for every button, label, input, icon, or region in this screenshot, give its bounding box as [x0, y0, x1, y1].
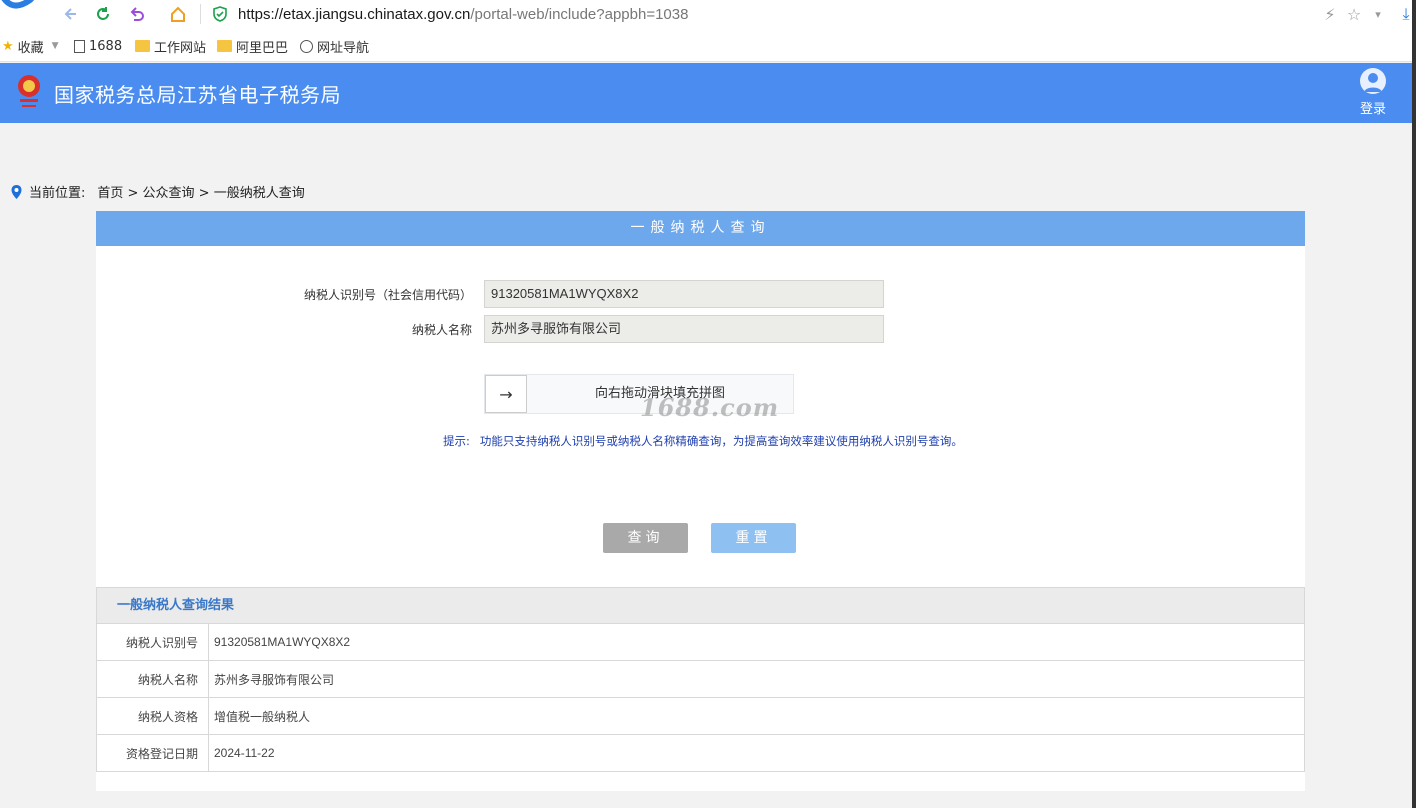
taxpayer-name-row: 纳税人名称 苏州多寻服饰有限公司	[96, 315, 1305, 343]
table-row: 资格登记日期 2024-11-22	[96, 734, 1305, 772]
home-button[interactable]	[167, 3, 189, 25]
user-avatar-icon	[1360, 68, 1386, 94]
refresh-icon	[97, 7, 109, 20]
table-row: 纳税人资格 增值税一般纳税人	[96, 697, 1305, 735]
taxpayer-id-input[interactable]: 91320581MA1WYQX8X2	[484, 280, 884, 308]
reset-button[interactable]: 重置	[711, 523, 796, 553]
site-title: 国家税务总局江苏省电子税务局	[54, 83, 341, 107]
taxpayer-id-label: 纳税人识别号（社会信用代码）	[303, 288, 472, 302]
result-title: 一般纳税人查询结果	[96, 587, 1305, 624]
result-key: 纳税人名称	[96, 660, 209, 698]
bookmark-alibaba[interactable]: 阿里巴巴	[217, 30, 288, 62]
panel-title: 一般纳税人查询	[96, 211, 1305, 246]
tip-label: 提示:	[443, 434, 470, 448]
tip-text: 提示: 功能只支持纳税人识别号或纳税人名称精确查询，为提高查询效率建议使用纳税人识…	[443, 433, 963, 449]
url-host: https://etax.jiangsu.chinatax.gov.cn	[238, 5, 471, 23]
star-icon: ★	[2, 38, 14, 54]
bookmark-label: 阿里巴巴	[236, 40, 289, 56]
login-label: 登录	[1359, 102, 1386, 117]
refresh-button[interactable]	[92, 3, 114, 25]
location-pin-icon	[11, 184, 22, 199]
address-bar[interactable]: https://etax.jiangsu.chinatax.gov.cn/por…	[238, 2, 688, 26]
result-value: 91320581MA1WYQX8X2	[208, 623, 1305, 661]
breadcrumb: 当前位置: 首页 > 公众查询 > 一般纳税人查询	[10, 182, 311, 201]
back-button[interactable]	[60, 3, 82, 25]
undo-button[interactable]	[126, 3, 148, 25]
breadcrumb-path[interactable]: 首页 > 公众查询 > 一般纳税人查询	[97, 182, 304, 201]
taxpayer-id-row: 纳税人识别号（社会信用代码） 91320581MA1WYQX8X2	[96, 280, 1305, 308]
login-button[interactable]: 登录	[1356, 68, 1390, 117]
bookmark-label: 网址导航	[317, 40, 370, 56]
result-value: 增值税一般纳税人	[208, 697, 1305, 735]
tax-emblem-icon	[18, 75, 40, 107]
star-icon[interactable]: ☆	[1344, 3, 1364, 25]
watermark: 1688.com	[640, 393, 780, 422]
result-value: 苏州多寻服饰有限公司	[208, 660, 1305, 698]
bookmark-work-sites[interactable]: 工作网站	[135, 30, 206, 62]
toolbar-divider	[200, 4, 201, 24]
security-shield-icon	[213, 6, 227, 22]
result-value: 2024-11-22	[208, 734, 1305, 772]
result-key: 纳税人识别号	[96, 623, 209, 661]
browser-toolbar: https://etax.jiangsu.chinatax.gov.cn/por…	[0, 0, 1416, 30]
table-row: 纳税人识别号 91320581MA1WYQX8X2	[96, 623, 1305, 661]
bookmark-nav[interactable]: 网址导航	[300, 30, 369, 62]
window-edge	[1412, 0, 1416, 808]
taxpayer-name-label: 纳税人名称	[411, 323, 472, 337]
bookmarks-bar: ★ 收藏 ▼ 1688 工作网站 阿里巴巴 网址导航	[0, 30, 1416, 62]
undo-icon	[130, 7, 144, 21]
browser-logo-icon	[1, 0, 35, 9]
url-path: /portal-web/include?appbh=1038	[470, 5, 689, 23]
arrow-right-icon: →	[499, 384, 513, 404]
globe-icon	[300, 39, 313, 53]
bookmark-label: 收藏	[17, 40, 44, 56]
result-key: 资格登记日期	[96, 734, 209, 772]
folder-icon	[217, 40, 232, 52]
result-key: 纳税人资格	[96, 697, 209, 735]
query-button[interactable]: 查询	[603, 523, 688, 553]
slider-handle[interactable]: →	[485, 375, 527, 413]
lightning-icon[interactable]: ⚡	[1320, 3, 1340, 25]
bookmark-1688[interactable]: 1688	[74, 30, 122, 62]
bookmark-favorites[interactable]: ★ 收藏 ▼	[2, 30, 59, 62]
bookmark-label: 1688	[89, 38, 123, 54]
folder-icon	[135, 40, 150, 52]
site-header: 国家税务总局江苏省电子税务局 登录	[0, 63, 1412, 123]
page-icon	[74, 39, 85, 53]
back-arrow-icon	[64, 8, 76, 20]
bookmark-label: 工作网站	[154, 40, 207, 56]
taxpayer-name-input[interactable]: 苏州多寻服饰有限公司	[484, 315, 884, 343]
breadcrumb-label: 当前位置:	[29, 186, 86, 201]
table-row: 纳税人名称 苏州多寻服饰有限公司	[96, 660, 1305, 698]
home-icon	[171, 6, 185, 22]
query-panel: 一般纳税人查询 纳税人识别号（社会信用代码） 91320581MA1WYQX8X…	[96, 211, 1305, 791]
chevron-down-icon: ▼	[51, 41, 59, 51]
tip-content: 功能只支持纳税人识别号或纳税人名称精确查询，为提高查询效率建议使用纳税人识别号查…	[479, 434, 963, 448]
result-table: 纳税人识别号 91320581MA1WYQX8X2 纳税人名称 苏州多寻服饰有限…	[96, 623, 1305, 772]
chevron-down-icon[interactable]: ▾	[1368, 3, 1388, 25]
